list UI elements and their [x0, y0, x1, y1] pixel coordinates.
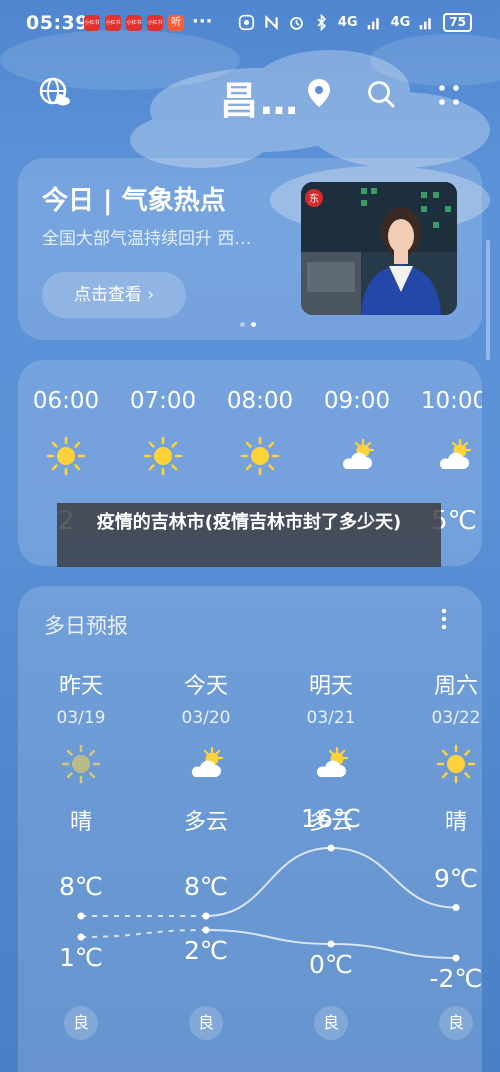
app-notification-icon: 小红书: [105, 15, 121, 31]
day-name: 周六: [433, 674, 478, 699]
sun-icon: [46, 436, 86, 476]
air-quality-badge: 良: [314, 1006, 348, 1040]
nfc-icon: [265, 14, 278, 31]
carousel-dot-active: [251, 322, 256, 327]
svg-text:东: 东: [309, 192, 319, 205]
multi-day-forecast-card[interactable]: 多日预报 昨天 03/19 晴 8℃ 1℃ 良 今天 03/20 多云 8℃ 2…: [18, 586, 483, 1072]
hour-time: 09:00: [323, 388, 391, 414]
day-name: 今天: [183, 674, 228, 699]
day-date: 03/20: [181, 708, 231, 728]
low-temp-point: [452, 954, 460, 962]
more-notifications-icon: ···: [192, 11, 213, 32]
carousel-dot: [240, 322, 245, 327]
day-low-temp: 0℃: [309, 950, 353, 979]
day-low-temp: 2℃: [184, 936, 228, 965]
high-temp-point: [77, 912, 85, 920]
partly-cloudy-icon: [191, 746, 224, 777]
carousel-indicator: [240, 322, 256, 327]
sun-icon: [436, 744, 476, 784]
high-temp-point: [327, 844, 335, 852]
sun-icon: [61, 744, 101, 784]
bluetooth-icon: [317, 14, 326, 31]
day-condition: 晴: [444, 810, 467, 835]
city-manage-globe-icon[interactable]: [38, 76, 72, 110]
alarm-icon: [289, 16, 303, 30]
low-temp-point: [77, 933, 85, 941]
article-title-overlay: 疫情的吉林市(疫情吉林市封了多少天): [57, 503, 441, 567]
network-type-label: 4G: [337, 15, 358, 30]
search-icon[interactable]: [365, 78, 397, 110]
low-temp-point: [327, 940, 335, 948]
more-menu-icon[interactable]: [434, 80, 464, 110]
news-title: 今日 | 气象热点: [42, 186, 226, 216]
hour-time: 06:00: [32, 388, 100, 414]
notification-icons: 小红书 小红书 小红书 小红书 听: [84, 15, 184, 31]
location-pin-icon: [308, 79, 330, 107]
news-video-thumbnail[interactable]: 东: [301, 182, 457, 315]
battery-indicator: 75: [443, 13, 472, 32]
sun-icon: [240, 436, 280, 476]
day-high-temp: 9℃: [434, 863, 478, 893]
sun-icon: [143, 436, 183, 476]
city-name[interactable]: 昌…: [220, 70, 300, 125]
scroll-indicator: [486, 240, 490, 360]
partly-cloudy-icon: [342, 438, 375, 469]
signal-icon: [367, 18, 379, 30]
status-bar: 05:39 小红书 小红书 小红书 小红书 听 ··· 4G 4G 75: [0, 0, 500, 46]
article-title-text: 疫情的吉林市(疫情吉林市封了多少天): [96, 512, 402, 533]
day-date: 03/21: [306, 708, 356, 728]
day-high-temp: 16℃: [301, 804, 361, 833]
hour-time: 07:00: [129, 388, 197, 414]
partly-cloudy-icon: [439, 438, 472, 469]
high-temp-point: [202, 912, 210, 920]
day-date: 03/22: [431, 708, 481, 728]
daily-forecast-title: 多日预报: [44, 614, 128, 638]
day-low-temp: 1℃: [59, 943, 103, 972]
hotspot-icon: [238, 14, 255, 31]
day-name: 明天: [308, 674, 353, 699]
partly-cloudy-icon: [316, 746, 349, 777]
app-notification-icon: 听: [168, 15, 184, 31]
view-news-button[interactable]: 点击查看 ›: [42, 272, 186, 318]
status-time: 05:39: [26, 12, 89, 34]
low-temp-point: [202, 926, 210, 934]
app-header: 昌…: [0, 70, 500, 123]
news-anchor-image: 东: [301, 182, 457, 315]
air-quality-badge: 良: [64, 1006, 98, 1040]
day-date: 03/19: [56, 708, 106, 728]
day-high-temp: 8℃: [59, 872, 103, 901]
news-subtitle: 全国大部气温持续回升 西…: [42, 229, 252, 249]
day-condition: 多云: [183, 810, 228, 835]
air-quality-badge: 良: [439, 1006, 473, 1040]
hour-time: 10:00: [420, 388, 482, 414]
day-low-temp: -2℃: [429, 964, 483, 993]
app-notification-icon: 小红书: [126, 15, 142, 31]
app-notification-icon: 小红书: [84, 15, 100, 31]
day-condition: 晴: [69, 810, 92, 835]
more-options-icon[interactable]: [434, 606, 454, 632]
status-icons: 4G 4G 75: [238, 13, 472, 32]
weather-news-card[interactable]: 今日 | 气象热点 全国大部气温持续回升 西… 点击查看 › 东: [18, 158, 482, 340]
network-type-label-2: 4G: [390, 15, 411, 30]
high-temp-point: [452, 904, 460, 911]
air-quality-badge: 良: [189, 1006, 223, 1040]
day-high-temp: 8℃: [184, 872, 228, 901]
signal-icon-2: [419, 18, 432, 30]
hour-time: 08:00: [226, 388, 294, 414]
day-name: 昨天: [58, 674, 103, 699]
app-notification-icon: 小红书: [147, 15, 163, 31]
